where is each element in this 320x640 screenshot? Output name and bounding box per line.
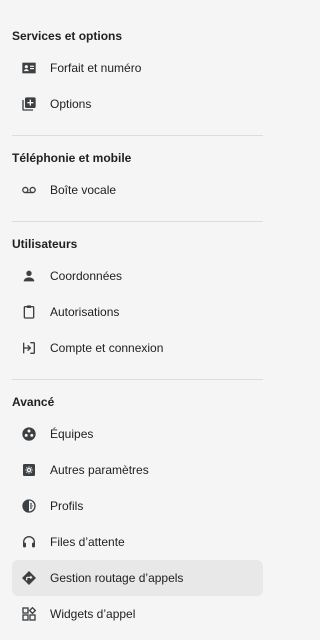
clipboard-icon bbox=[20, 303, 38, 321]
sidebar-item-label: Coordonnées bbox=[50, 269, 123, 283]
sidebar-item-label: Autres paramètres bbox=[50, 463, 149, 477]
sidebar-item-label: Compte et connexion bbox=[50, 341, 164, 355]
settings-icon bbox=[20, 461, 38, 479]
profile-contrast-icon bbox=[20, 497, 38, 515]
sidebar-item-equipes[interactable]: Équipes bbox=[12, 416, 263, 452]
sidebar-item-autres-parametres[interactable]: Autres paramètres bbox=[12, 452, 263, 488]
sidebar-item-label: Files d’attente bbox=[50, 535, 125, 549]
divider bbox=[12, 135, 263, 136]
sidebar-item-compte[interactable]: Compte et connexion bbox=[12, 330, 263, 366]
sidebar-item-boite-vocale[interactable]: Boîte vocale bbox=[12, 172, 263, 208]
add-box-icon bbox=[20, 95, 38, 113]
sidebar-item-label: Profils bbox=[50, 499, 84, 513]
sidebar-item-label: Widgets d’appel bbox=[50, 607, 136, 621]
sidebar-item-files-attente[interactable]: Files d’attente bbox=[12, 524, 263, 560]
sidebar-item-label: Forfait et numéro bbox=[50, 61, 142, 75]
section-title-services: Services et options bbox=[12, 29, 123, 43]
section-title-avance: Avancé bbox=[12, 395, 55, 409]
person-icon bbox=[20, 267, 38, 285]
login-icon bbox=[20, 339, 38, 357]
sidebar-item-label: Boîte vocale bbox=[50, 183, 117, 197]
teams-icon bbox=[20, 425, 38, 443]
sidebar-item-label: Options bbox=[50, 97, 92, 111]
sidebar-item-profils[interactable]: Profils bbox=[12, 488, 263, 524]
sidebar-item-coordonnees[interactable]: Coordonnées bbox=[12, 258, 263, 294]
section-title-utilisateurs: Utilisateurs bbox=[12, 237, 78, 251]
sidebar-item-label: Autorisations bbox=[50, 305, 120, 319]
divider bbox=[12, 221, 263, 222]
settings-sidebar: Services et options Forfait et numéro Op… bbox=[0, 0, 275, 640]
sidebar-item-label: Équipes bbox=[50, 427, 94, 441]
sidebar-item-options[interactable]: Options bbox=[12, 86, 263, 122]
routing-icon bbox=[20, 569, 38, 587]
sidebar-item-widgets[interactable]: Widgets d’appel bbox=[12, 596, 263, 632]
contact-card-icon bbox=[20, 59, 38, 77]
headset-icon bbox=[20, 533, 38, 551]
divider bbox=[12, 379, 263, 380]
widgets-icon bbox=[20, 605, 38, 623]
sidebar-item-autorisations[interactable]: Autorisations bbox=[12, 294, 263, 330]
section-title-telephonie: Téléphonie et mobile bbox=[12, 151, 132, 165]
sidebar-item-gestion-routage[interactable]: Gestion routage d’appels bbox=[12, 560, 263, 596]
voicemail-icon bbox=[20, 181, 38, 199]
sidebar-item-forfait[interactable]: Forfait et numéro bbox=[12, 50, 263, 86]
sidebar-item-label: Gestion routage d’appels bbox=[50, 571, 184, 585]
